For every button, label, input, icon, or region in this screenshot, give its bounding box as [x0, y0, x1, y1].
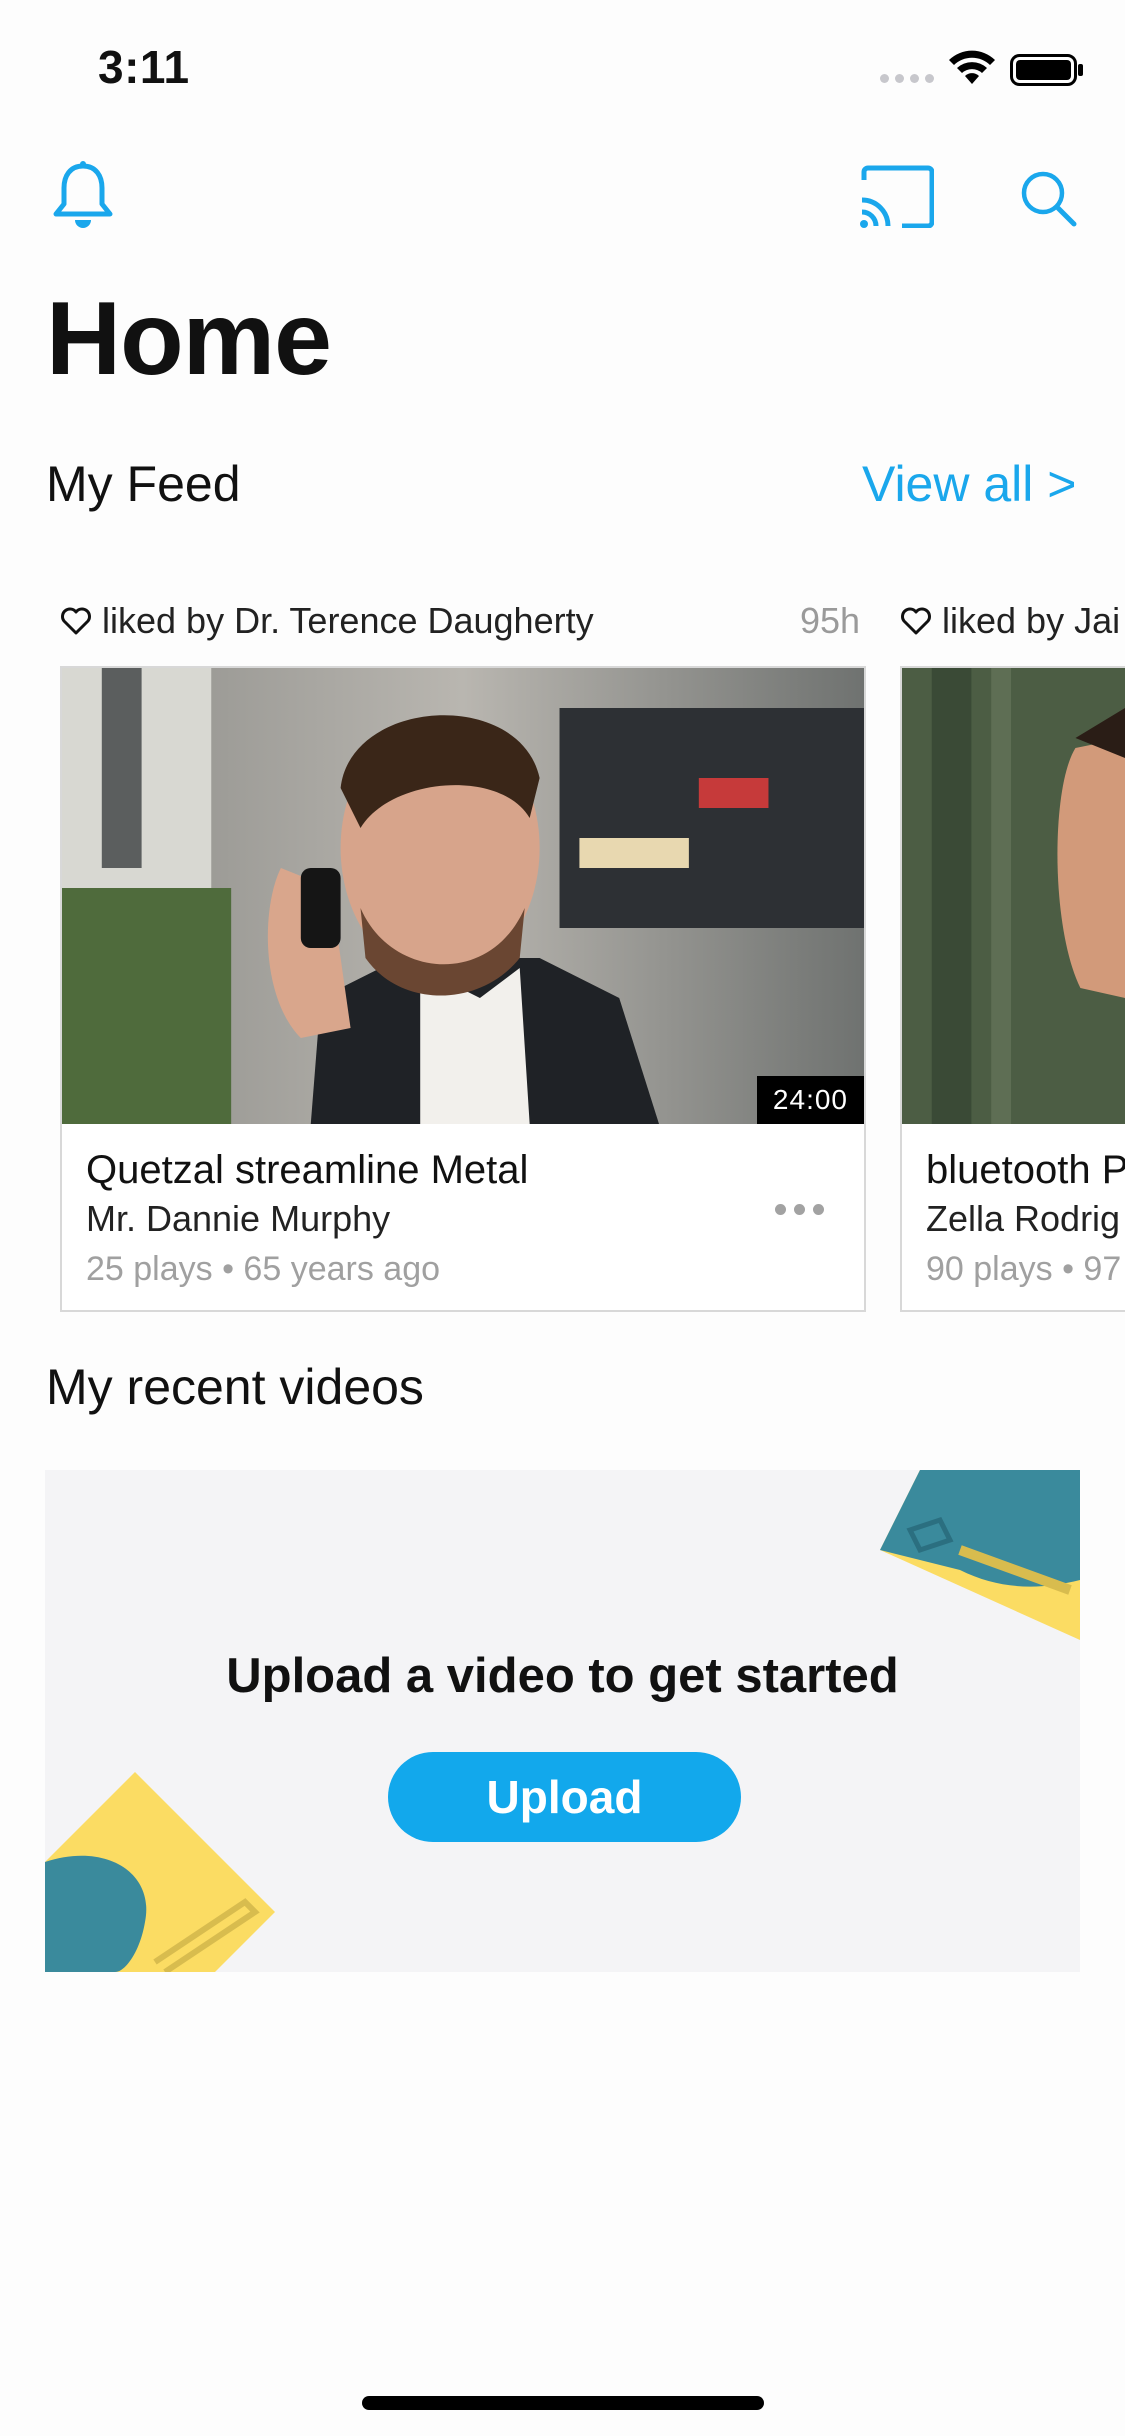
decorative-shapes-icon	[45, 1772, 275, 1972]
cellular-signal-icon	[880, 74, 934, 88]
status-time: 3:11	[98, 41, 190, 93]
video-thumbnail[interactable]	[902, 668, 1125, 1124]
view-all-link[interactable]: View all >	[862, 455, 1076, 513]
liked-by-text: liked by Dr. Terence Daugherty	[102, 600, 594, 641]
decorative-shapes-icon	[880, 1470, 1080, 1640]
more-icon[interactable]	[775, 1204, 824, 1215]
upload-promo: Upload a video to get started Upload	[45, 1470, 1080, 1972]
video-stats: 90 plays • 97	[926, 1250, 1122, 1288]
upload-button[interactable]: Upload	[388, 1752, 741, 1842]
video-author[interactable]: Mr. Dannie Murphy	[86, 1198, 390, 1240]
search-icon[interactable]	[1018, 168, 1078, 228]
heart-icon	[901, 607, 931, 635]
video-duration: 24:00	[756, 1076, 864, 1124]
feed-card[interactable]: 24:00 Quetzal streamline Metal Mr. Danni…	[60, 666, 866, 1312]
video-thumbnail[interactable]	[62, 668, 864, 1124]
my-feed-heading: My Feed	[46, 456, 241, 512]
feed-card[interactable]: bluetooth P Zella Rodrig 90 plays • 97	[900, 666, 1125, 1312]
liked-by-text: liked by Jai	[942, 600, 1121, 641]
bell-icon[interactable]	[50, 160, 116, 232]
upload-prompt-text: Upload a video to get started	[226, 1649, 899, 1703]
battery-icon	[1010, 54, 1083, 86]
video-title[interactable]: bluetooth P	[926, 1148, 1125, 1193]
page-title: Home	[46, 281, 332, 397]
wifi-icon	[949, 50, 995, 84]
feed-card-liked-by: liked by Jai	[900, 596, 1120, 646]
video-title[interactable]: Quetzal streamline Metal	[86, 1148, 528, 1193]
cast-icon[interactable]	[858, 164, 934, 228]
heart-icon	[61, 607, 91, 635]
video-author[interactable]: Zella Rodrig	[926, 1198, 1120, 1240]
feed-card-liked-by: liked by Dr. Terence Daugherty	[60, 596, 594, 646]
home-indicator[interactable]	[362, 2396, 764, 2410]
my-recent-videos-heading: My recent videos	[46, 1359, 424, 1415]
video-stats: 25 plays • 65 years ago	[86, 1250, 441, 1288]
feed-card-time: 95h	[800, 600, 861, 641]
